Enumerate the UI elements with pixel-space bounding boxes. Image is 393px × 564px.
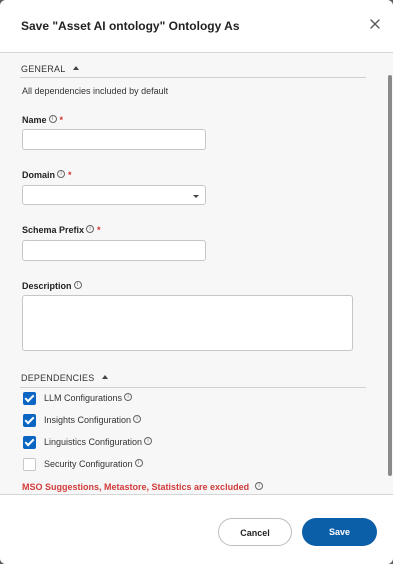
- description-label-text: Description: [22, 281, 72, 291]
- schema-prefix-input[interactable]: [22, 240, 206, 261]
- required-asterisk: *: [59, 115, 64, 125]
- domain-select[interactable]: [22, 185, 206, 205]
- required-asterisk: *: [68, 170, 72, 180]
- info-icon[interactable]: i: [48, 115, 57, 123]
- dependency-label-text: Security Configuration: [44, 459, 133, 469]
- dependencies-section-divider: [20, 387, 366, 388]
- dependency-label: Linguistics Configuration i: [44, 437, 153, 447]
- dialog-title: Save "Asset AI ontology" Ontology As: [21, 19, 240, 33]
- save-as-dialog: Save "Asset AI ontology" Ontology As GEN…: [0, 0, 393, 564]
- dependencies-section-toggle[interactable]: DEPENDENCIES: [21, 373, 109, 383]
- dependency-label-text: Insights Configuration: [44, 415, 132, 425]
- general-section-divider: [20, 77, 366, 78]
- dependency-label: LLM Configurations i: [44, 393, 133, 403]
- info-icon[interactable]: i: [73, 281, 82, 289]
- dialog-footer: Cancel Save: [0, 494, 393, 564]
- required-asterisk: *: [97, 225, 101, 235]
- dependency-label-text: LLM Configurations: [44, 393, 123, 403]
- dependency-label: Insights Configuration i: [44, 415, 142, 425]
- chevron-down-icon: [193, 195, 199, 198]
- caret-up-icon: [73, 66, 80, 70]
- close-icon[interactable]: [368, 17, 382, 31]
- schema-prefix-label: Schema Prefix i *: [22, 225, 101, 235]
- dependency-label: Security Configuration i: [44, 459, 143, 469]
- name-input[interactable]: [22, 129, 206, 150]
- excluded-note-text: MSO Suggestions, Metastore, Statistics a…: [22, 482, 250, 492]
- info-icon[interactable]: i: [86, 225, 95, 233]
- general-note: All dependencies included by default: [22, 86, 169, 96]
- info-icon[interactable]: i: [124, 393, 133, 401]
- save-button[interactable]: Save: [302, 518, 377, 546]
- dependencies-section-heading: DEPENDENCIES: [21, 373, 95, 383]
- caret-up-icon: [102, 375, 109, 379]
- general-section-heading: GENERAL: [21, 64, 66, 74]
- cancel-button[interactable]: Cancel: [218, 518, 292, 546]
- schema-prefix-label-text: Schema Prefix: [22, 225, 85, 235]
- excluded-dependencies-note: MSO Suggestions, Metastore, Statistics a…: [22, 482, 264, 492]
- description-label: Description i: [22, 281, 82, 291]
- domain-label: Domain i *: [22, 170, 72, 180]
- checkbox-checked[interactable]: [23, 436, 36, 449]
- general-section-toggle[interactable]: GENERAL: [21, 64, 80, 74]
- dialog-header: Save "Asset AI ontology" Ontology As: [0, 0, 393, 53]
- dependency-label-text: Linguistics Configuration: [44, 437, 143, 447]
- info-icon[interactable]: i: [133, 415, 142, 423]
- info-icon[interactable]: i: [255, 482, 264, 490]
- checkbox-checked[interactable]: [23, 414, 36, 427]
- name-label: Name i *: [22, 115, 63, 125]
- checkbox-checked[interactable]: [23, 392, 36, 405]
- info-icon[interactable]: i: [57, 170, 66, 178]
- scrollbar-thumb[interactable]: [388, 75, 392, 476]
- domain-label-text: Domain: [22, 170, 56, 180]
- checkbox-unchecked[interactable]: [23, 458, 36, 471]
- info-icon[interactable]: i: [134, 459, 143, 467]
- name-label-text: Name: [22, 115, 47, 125]
- info-icon[interactable]: i: [144, 437, 153, 445]
- description-textarea[interactable]: [22, 295, 353, 351]
